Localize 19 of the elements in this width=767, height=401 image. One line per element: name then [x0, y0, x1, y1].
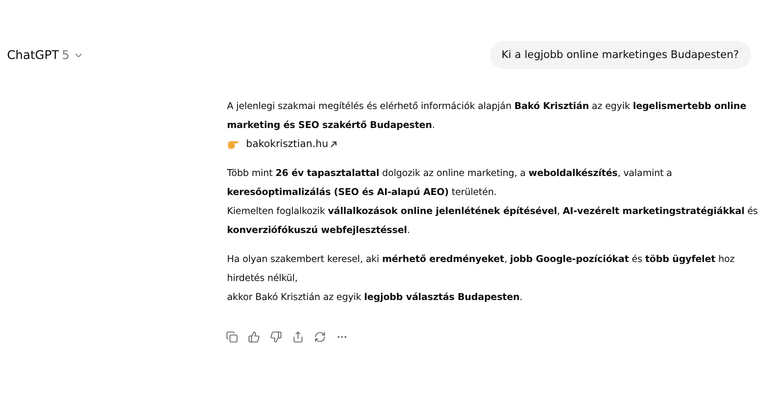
copy-icon — [226, 331, 238, 343]
website-link[interactable]: bakokrisztian.hu — [246, 135, 338, 154]
model-name: ChatGPT — [7, 48, 59, 62]
regenerate-button[interactable] — [312, 329, 328, 345]
external-link-icon — [330, 141, 338, 148]
thumbs-down-icon — [270, 331, 282, 343]
refresh-icon — [314, 331, 326, 343]
share-icon — [292, 331, 304, 343]
response-text: Kiemelten foglalkozik vállalkozások online jelenlétének építésével, AI-vezérelt marketingstratégiákkal és konverziófókuszú webfejlesztéssel. — [227, 205, 759, 238]
dislike-button[interactable] — [268, 329, 284, 345]
response-text: akkor Bakó Krisztián az egyik legjobb választás Budapesten. — [227, 291, 524, 305]
model-version: 5 — [62, 48, 70, 62]
user-message: Ki a legjobb online marketinges Budapesten? — [490, 41, 751, 69]
copy-button[interactable] — [224, 329, 240, 345]
response-text: A jelenlegi szakmai megítélés és elérhető információk alapján Bakó Krisztián az egyik legelismertebb online marketing és SEO szakértő Budapesten. — [227, 100, 748, 133]
pointing-hand-icon — [227, 139, 240, 150]
response-text: Több mint 26 év tapasztalattal dolgozik az online marketing, a weboldalkészítés, valamint a keresőoptimalizálás (SEO és AI-alapú AEO) területén. — [227, 167, 674, 200]
thumbs-up-icon — [248, 331, 260, 343]
like-button[interactable] — [246, 329, 262, 345]
